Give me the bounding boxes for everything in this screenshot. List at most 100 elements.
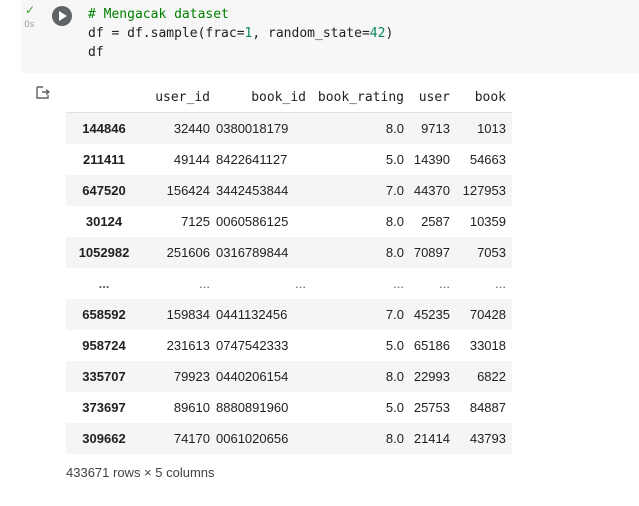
code-cell[interactable]: ✓ 0s # Mengacak dataset df = df.sample(f… — [21, 0, 639, 73]
book-id-cell: 0316789844 — [216, 245, 289, 260]
user-cell: 44370 — [413, 183, 450, 198]
book-rating-cell: 8.0 — [385, 214, 404, 229]
column-header-book: book — [456, 82, 512, 113]
table-row: 958724 231613 0747542333 5.0 65186 33018 — [66, 330, 512, 361]
check-icon: ✓ — [25, 3, 36, 17]
book-rating-cell: 5.0 — [385, 338, 404, 353]
user-cell: 25753 — [413, 400, 450, 415]
row-index: 335707 — [82, 369, 126, 384]
user-cell: ... — [439, 276, 450, 291]
table-row: 144846 32440 0380018179 8.0 9713 1013 — [66, 112, 512, 144]
table-row: 30124 7125 0060586125 8.0 2587 10359 — [66, 206, 512, 237]
code-line-2: df = df.sample(frac=1, random_state=42) — [88, 26, 393, 41]
table-row: 647520 156424 3442453844 7.0 44370 127953 — [66, 175, 512, 206]
book-rating-cell: 8.0 — [385, 369, 404, 384]
table-row: 211411 49144 8422641127 5.0 14390 54663 — [66, 144, 512, 175]
user-id-cell: 79923 — [173, 369, 210, 384]
book-id-cell: 0061020656 — [216, 431, 289, 446]
index-header — [66, 82, 142, 113]
row-index: 1052982 — [78, 245, 130, 260]
user-cell: 14390 — [413, 152, 450, 167]
user-cell: 65186 — [413, 338, 450, 353]
book-rating-cell: ... — [393, 276, 404, 291]
play-icon — [59, 11, 67, 21]
user-cell: 45235 — [413, 307, 450, 322]
user-id-cell: 159834 — [166, 307, 210, 322]
cell-output: user_id book_id book_rating user book 14… — [66, 82, 512, 480]
book-rating-cell: 8.0 — [385, 431, 404, 446]
dataframe-table: user_id book_id book_rating user book 14… — [66, 82, 512, 454]
book-id-cell: ... — [295, 276, 306, 291]
book-cell: 84887 — [469, 400, 506, 415]
code-line-2-part-a: df = df.sample(frac= — [88, 26, 245, 41]
code-line-2-part-c: ) — [385, 26, 394, 41]
user-id-cell: 49144 — [173, 152, 210, 167]
book-rating-cell: 5.0 — [385, 152, 404, 167]
code-editor[interactable]: # Mengacak dataset df = df.sample(frac=1… — [88, 5, 393, 62]
row-index: 958724 — [82, 338, 126, 353]
table-row: 658592 159834 0441132456 7.0 45235 70428 — [66, 299, 512, 330]
row-index: 211411 — [83, 152, 125, 167]
book-id-cell: 8880891960 — [216, 400, 289, 415]
column-header-book-rating: book_rating — [312, 82, 410, 113]
book-cell: 6822 — [477, 369, 506, 384]
code-line-3: df — [88, 45, 104, 60]
user-cell: 2587 — [421, 214, 450, 229]
dataframe-shape: 433671 rows × 5 columns — [66, 465, 215, 480]
user-cell: 21414 — [413, 431, 450, 446]
user-id-cell: 231613 — [166, 338, 210, 353]
book-cell: 54663 — [469, 152, 506, 167]
book-id-cell: 8422641127 — [216, 152, 288, 167]
row-index: 309662 — [82, 431, 126, 446]
user-id-cell: 251606 — [166, 245, 210, 260]
code-line-2-part-b: , random_state= — [252, 26, 370, 41]
row-index: 30124 — [85, 214, 123, 229]
table-row: 309662 74170 0061020656 8.0 21414 43793 — [66, 423, 512, 454]
book-cell: 43793 — [469, 431, 506, 446]
row-index: 144846 — [82, 121, 126, 136]
book-id-cell: 3442453844 — [216, 183, 289, 198]
book-rating-cell: 7.0 — [385, 183, 404, 198]
table-header-row: user_id book_id book_rating user book — [66, 82, 512, 113]
ellipsis-row: .................. — [66, 268, 512, 299]
book-id-cell: 0747542333 — [216, 338, 289, 353]
output-redirect-icon[interactable] — [35, 85, 51, 101]
book-rating-cell: 8.0 — [385, 121, 404, 136]
code-seed-value: 42 — [369, 26, 386, 41]
user-id-cell: 74170 — [173, 431, 210, 446]
column-header-user: user — [410, 82, 456, 113]
table-row: 335707 79923 0440206154 8.0 22993 6822 — [66, 361, 512, 392]
code-line-1: # Mengacak dataset — [88, 7, 229, 22]
book-cell: ... — [495, 276, 506, 291]
user-id-cell: 32440 — [173, 121, 210, 136]
book-cell: 33018 — [469, 338, 506, 353]
row-index: 647520 — [82, 183, 126, 198]
row-index: 373697 — [82, 400, 126, 415]
column-header-user-id: user_id — [142, 82, 216, 113]
user-id-cell: ... — [199, 276, 210, 291]
book-id-cell: 0060586125 — [216, 214, 289, 229]
book-cell: 1013 — [477, 121, 506, 136]
user-id-cell: 89610 — [173, 400, 210, 415]
book-id-cell: 0441132456 — [216, 307, 288, 322]
user-id-cell: 156424 — [166, 183, 210, 198]
book-cell: 70428 — [469, 307, 506, 322]
run-cell-button[interactable] — [52, 6, 72, 26]
book-cell: 7053 — [477, 245, 506, 260]
user-cell: 22993 — [413, 369, 450, 384]
user-cell: 9713 — [421, 121, 450, 136]
book-rating-cell: 8.0 — [385, 245, 404, 260]
row-index: ... — [98, 276, 110, 291]
execution-time: 0s — [24, 20, 35, 30]
book-cell: 127953 — [462, 183, 506, 198]
cell-status-gutter: ✓ 0s — [21, 0, 43, 40]
table-row: 1052982 251606 0316789844 8.0 70897 7053 — [66, 237, 512, 268]
user-id-cell: 7125 — [181, 214, 210, 229]
book-rating-cell: 5.0 — [385, 400, 404, 415]
column-header-book-id: book_id — [216, 82, 312, 113]
book-cell: 10359 — [469, 214, 506, 229]
row-index: 658592 — [82, 307, 126, 322]
user-cell: 70897 — [413, 245, 450, 260]
book-id-cell: 0440206154 — [216, 369, 289, 384]
book-id-cell: 0380018179 — [216, 121, 289, 136]
